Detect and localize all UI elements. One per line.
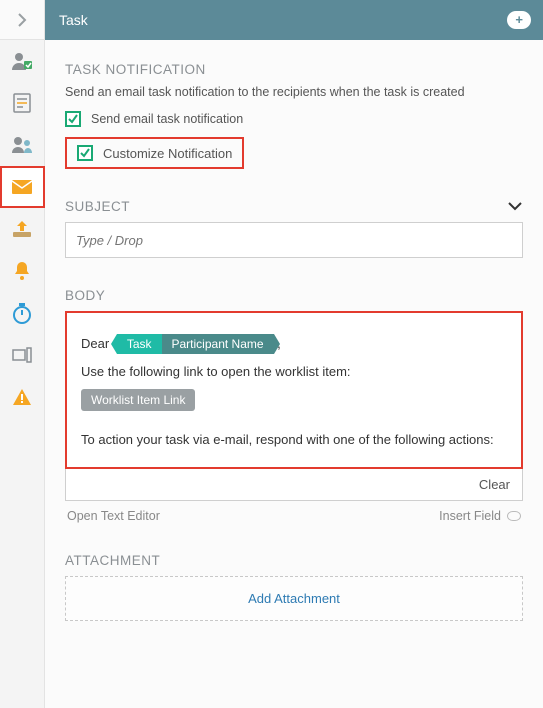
eye-icon bbox=[507, 511, 521, 521]
subject-input[interactable] bbox=[65, 222, 523, 258]
stopwatch-icon bbox=[12, 302, 32, 324]
label-customize: Customize Notification bbox=[103, 146, 232, 161]
nav-item-outbox[interactable] bbox=[0, 208, 45, 250]
nav-item-reminders[interactable] bbox=[0, 250, 45, 292]
section-task-notification: TASK NOTIFICATION Send an email task not… bbox=[65, 62, 523, 169]
layout-icon bbox=[12, 347, 32, 363]
nav-item-layout[interactable] bbox=[0, 334, 45, 376]
add-attachment-label: Add Attachment bbox=[248, 591, 340, 606]
user-check-icon bbox=[11, 51, 33, 71]
section-attachment: ATTACHMENT Add Attachment bbox=[65, 553, 523, 621]
body-link-intro: Use the following link to open the workl… bbox=[81, 361, 507, 383]
side-nav bbox=[0, 0, 45, 708]
add-attachment-button[interactable]: Add Attachment bbox=[65, 576, 523, 621]
nav-item-timer[interactable] bbox=[0, 292, 45, 334]
warning-icon bbox=[12, 388, 32, 406]
section-subject: SUBJECT bbox=[65, 199, 523, 258]
chip-worklist-link[interactable]: Worklist Item Link bbox=[81, 389, 195, 411]
insert-field-link[interactable]: Insert Field bbox=[439, 509, 501, 523]
section-title-notification: TASK NOTIFICATION bbox=[65, 62, 523, 77]
add-button[interactable]: + bbox=[507, 11, 531, 29]
section-title-body: BODY bbox=[65, 288, 523, 303]
body-greeting-prefix: Dear bbox=[81, 336, 109, 351]
body-actions-intro: To action your task via e-mail, respond … bbox=[81, 429, 507, 451]
main-panel: Task + TASK NOTIFICATION Send an email t… bbox=[45, 0, 543, 708]
topbar: Task + bbox=[45, 0, 543, 40]
subject-collapse-toggle[interactable] bbox=[507, 199, 523, 214]
document-icon bbox=[13, 93, 31, 113]
checkmark-icon bbox=[80, 148, 90, 158]
chevron-right-icon bbox=[17, 13, 27, 27]
section-title-attachment: ATTACHMENT bbox=[65, 553, 523, 568]
notification-desc: Send an email task notification to the r… bbox=[65, 85, 523, 99]
checkbox-customize[interactable] bbox=[77, 145, 93, 161]
clear-button[interactable]: Clear bbox=[479, 477, 510, 492]
chevron-down-icon bbox=[507, 201, 523, 211]
tray-up-icon bbox=[12, 220, 32, 238]
nav-item-email[interactable] bbox=[0, 166, 45, 208]
open-text-editor-link[interactable]: Open Text Editor bbox=[67, 509, 160, 523]
chip-participant-name[interactable]: Participant Name bbox=[162, 334, 274, 354]
highlight-customize-notification: Customize Notification bbox=[65, 137, 244, 169]
envelope-icon bbox=[11, 179, 33, 195]
chip-task[interactable]: Task bbox=[117, 334, 162, 354]
section-body: BODY Dear TaskParticipant Name , Use the… bbox=[65, 288, 523, 523]
nav-item-participants[interactable] bbox=[0, 124, 45, 166]
nav-item-forms[interactable] bbox=[0, 82, 45, 124]
nav-collapse-toggle[interactable] bbox=[0, 0, 44, 40]
label-send-email: Send email task notification bbox=[91, 112, 243, 126]
checkmark-icon bbox=[68, 114, 78, 124]
checkbox-send-email[interactable] bbox=[65, 111, 81, 127]
nav-item-warnings[interactable] bbox=[0, 376, 45, 418]
section-title-subject: SUBJECT bbox=[65, 199, 130, 214]
nav-item-approvers[interactable] bbox=[0, 40, 45, 82]
users-icon bbox=[11, 136, 33, 154]
body-editor[interactable]: Dear TaskParticipant Name , Use the foll… bbox=[65, 311, 523, 469]
bell-icon bbox=[13, 261, 31, 281]
page-title: Task bbox=[59, 12, 88, 28]
